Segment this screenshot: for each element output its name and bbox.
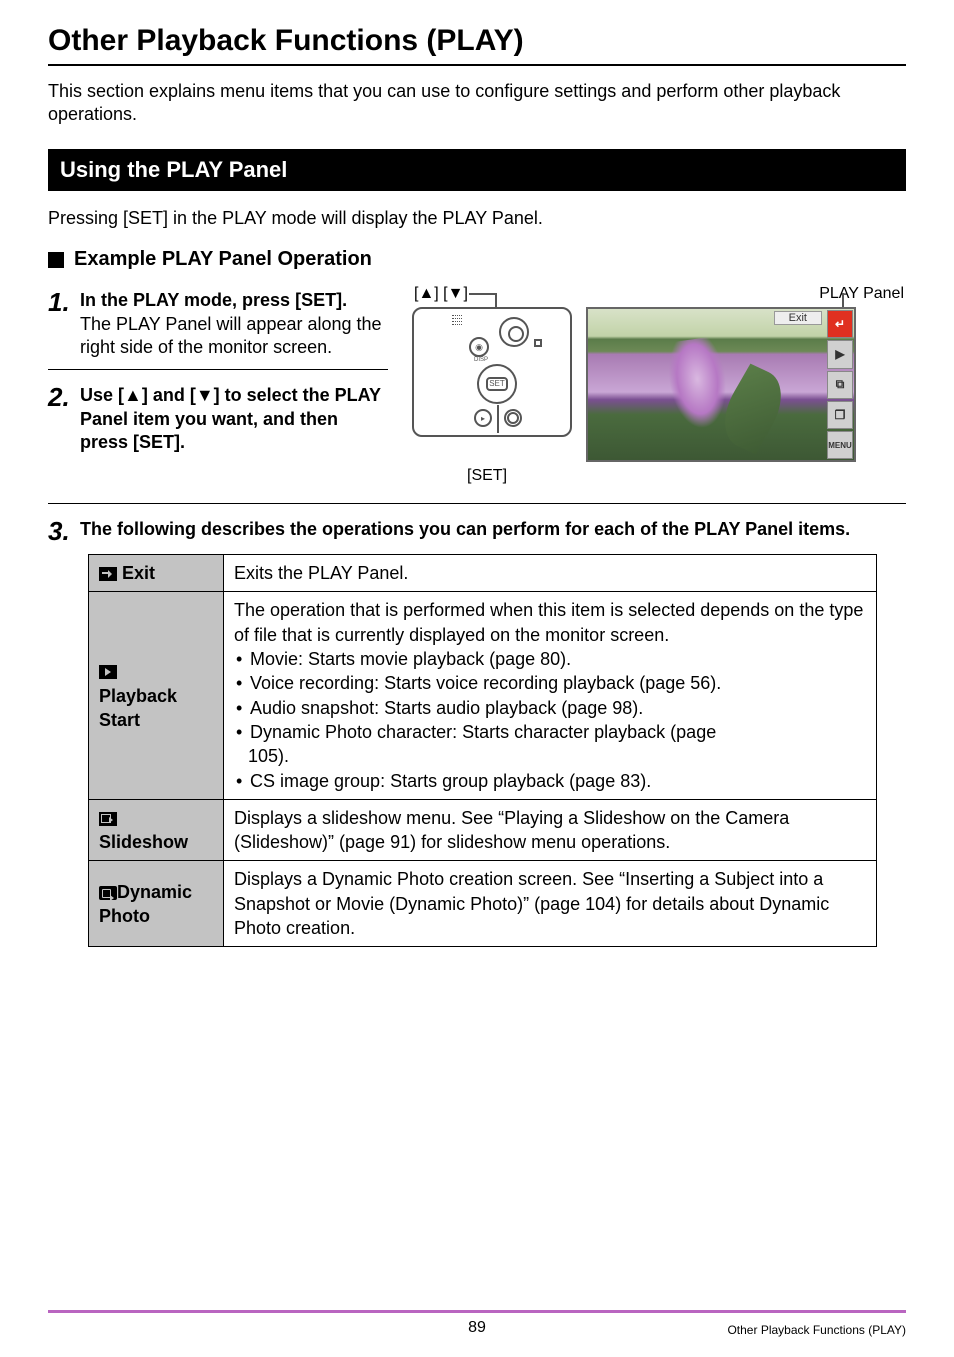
camera-back-illustration: ◉ DISP SET ▸ [SET] bbox=[412, 307, 572, 462]
step-1-sub: The PLAY Panel will appear along the rig… bbox=[80, 313, 388, 360]
play-panel-label: PLAY Panel bbox=[819, 285, 904, 303]
table-row: Playback Start The operation that is per… bbox=[89, 592, 877, 799]
step-2: 2. Use [▲] and [▼] to select the PLAY Pa… bbox=[48, 380, 388, 454]
shutter-circle-icon bbox=[499, 317, 529, 347]
step-number: 3. bbox=[48, 518, 72, 544]
playback-icon bbox=[99, 665, 117, 679]
playback-label-2: Start bbox=[99, 710, 140, 730]
exit-icon bbox=[99, 567, 117, 581]
table-row: Slideshow Displays a slideshow menu. See… bbox=[89, 799, 877, 861]
panel-dynamic-icon: ❐ bbox=[827, 401, 853, 429]
list-item: CS image group: Starts group playback (p… bbox=[236, 769, 866, 793]
step-3: 3. The following describes the operation… bbox=[48, 514, 906, 544]
section-intro: Pressing [SET] in the PLAY mode will dis… bbox=[48, 207, 906, 230]
step-3-head: The following describes the operations y… bbox=[80, 518, 906, 541]
cs-button-icon bbox=[534, 339, 542, 347]
step-1: 1. In the PLAY mode, press [SET]. The PL… bbox=[48, 285, 388, 359]
section-heading: Using the PLAY Panel bbox=[48, 149, 906, 191]
chapter-title: Other Playback Functions (PLAY) bbox=[48, 24, 906, 66]
row-slideshow-desc: Displays a slideshow menu. See “Playing … bbox=[224, 799, 877, 861]
row-exit-header: Exit bbox=[89, 555, 224, 592]
exit-label: Exit bbox=[122, 563, 155, 583]
dynamic-photo-icon bbox=[99, 886, 117, 900]
row-slideshow-header: Slideshow bbox=[89, 799, 224, 861]
row-playback-desc: The operation that is performed when thi… bbox=[224, 592, 877, 799]
mode-dial-icon: ◉ bbox=[469, 337, 489, 357]
footer-chapter: Other Playback Functions (PLAY) bbox=[620, 1323, 906, 1337]
page-number: 89 bbox=[334, 1319, 620, 1337]
example-heading: Example PLAY Panel Operation bbox=[48, 248, 906, 271]
step-number: 1. bbox=[48, 289, 72, 359]
menu-button-icon bbox=[504, 409, 522, 427]
example-heading-text: Example PLAY Panel Operation bbox=[74, 248, 372, 271]
list-item: Audio snapshot: Starts audio playback (p… bbox=[236, 696, 866, 720]
play-button-icon: ▸ bbox=[474, 409, 492, 427]
list-item: Movie: Starts movie playback (page 80). bbox=[236, 647, 866, 671]
dynamic-label-2: Photo bbox=[99, 906, 150, 926]
playback-label-1: Playback bbox=[99, 686, 177, 706]
panel-return-icon: ↵ bbox=[827, 310, 853, 338]
row-dynamic-header: Dynamic Photo bbox=[89, 861, 224, 947]
divider bbox=[48, 503, 906, 504]
set-button-icon: SET bbox=[486, 377, 508, 391]
panel-play-icon: ▶ bbox=[827, 340, 853, 368]
arrows-label: [▲] [▼] bbox=[414, 285, 468, 303]
set-label: [SET] bbox=[467, 467, 507, 485]
row-playback-header: Playback Start bbox=[89, 592, 224, 799]
divider bbox=[48, 369, 388, 370]
step-2-head: Use [▲] and [▼] to select the PLAY Panel… bbox=[80, 384, 388, 454]
step-number: 2. bbox=[48, 384, 72, 454]
table-row: Exit Exits the PLAY Panel. bbox=[89, 555, 877, 592]
square-bullet-icon bbox=[48, 252, 64, 268]
list-item-continuation: 105). bbox=[234, 744, 866, 768]
list-item: Dynamic Photo character: Starts characte… bbox=[236, 720, 866, 744]
dynamic-label-1: Dynamic bbox=[117, 882, 192, 902]
playback-intro: The operation that is performed when thi… bbox=[234, 598, 866, 647]
panel-menu-icon: MENU bbox=[827, 431, 853, 459]
slideshow-icon bbox=[99, 812, 117, 826]
screen-exit-label: Exit bbox=[774, 311, 822, 325]
diagram-area: [▲] [▼] PLAY Panel ◉ DISP bbox=[412, 285, 906, 495]
list-item: Voice recording: Starts voice recording … bbox=[236, 671, 866, 695]
play-panel-strip: ↵ ▶ ⧉ ❐ MENU bbox=[826, 309, 854, 460]
step-1-head: In the PLAY mode, press [SET]. bbox=[80, 289, 388, 312]
row-exit-desc: Exits the PLAY Panel. bbox=[224, 555, 877, 592]
slideshow-label: Slideshow bbox=[99, 832, 188, 852]
screen-illustration: Exit ↵ ▶ ⧉ ❐ MENU bbox=[586, 307, 856, 482]
page-footer: 89 Other Playback Functions (PLAY) bbox=[0, 1310, 954, 1337]
intro-text: This section explains menu items that yo… bbox=[48, 80, 906, 127]
panel-slideshow-icon: ⧉ bbox=[827, 371, 853, 399]
row-dynamic-desc: Displays a Dynamic Photo creation screen… bbox=[224, 861, 877, 947]
table-row: Dynamic Photo Displays a Dynamic Photo c… bbox=[89, 861, 877, 947]
operations-table: Exit Exits the PLAY Panel. Playback Star… bbox=[88, 554, 877, 947]
